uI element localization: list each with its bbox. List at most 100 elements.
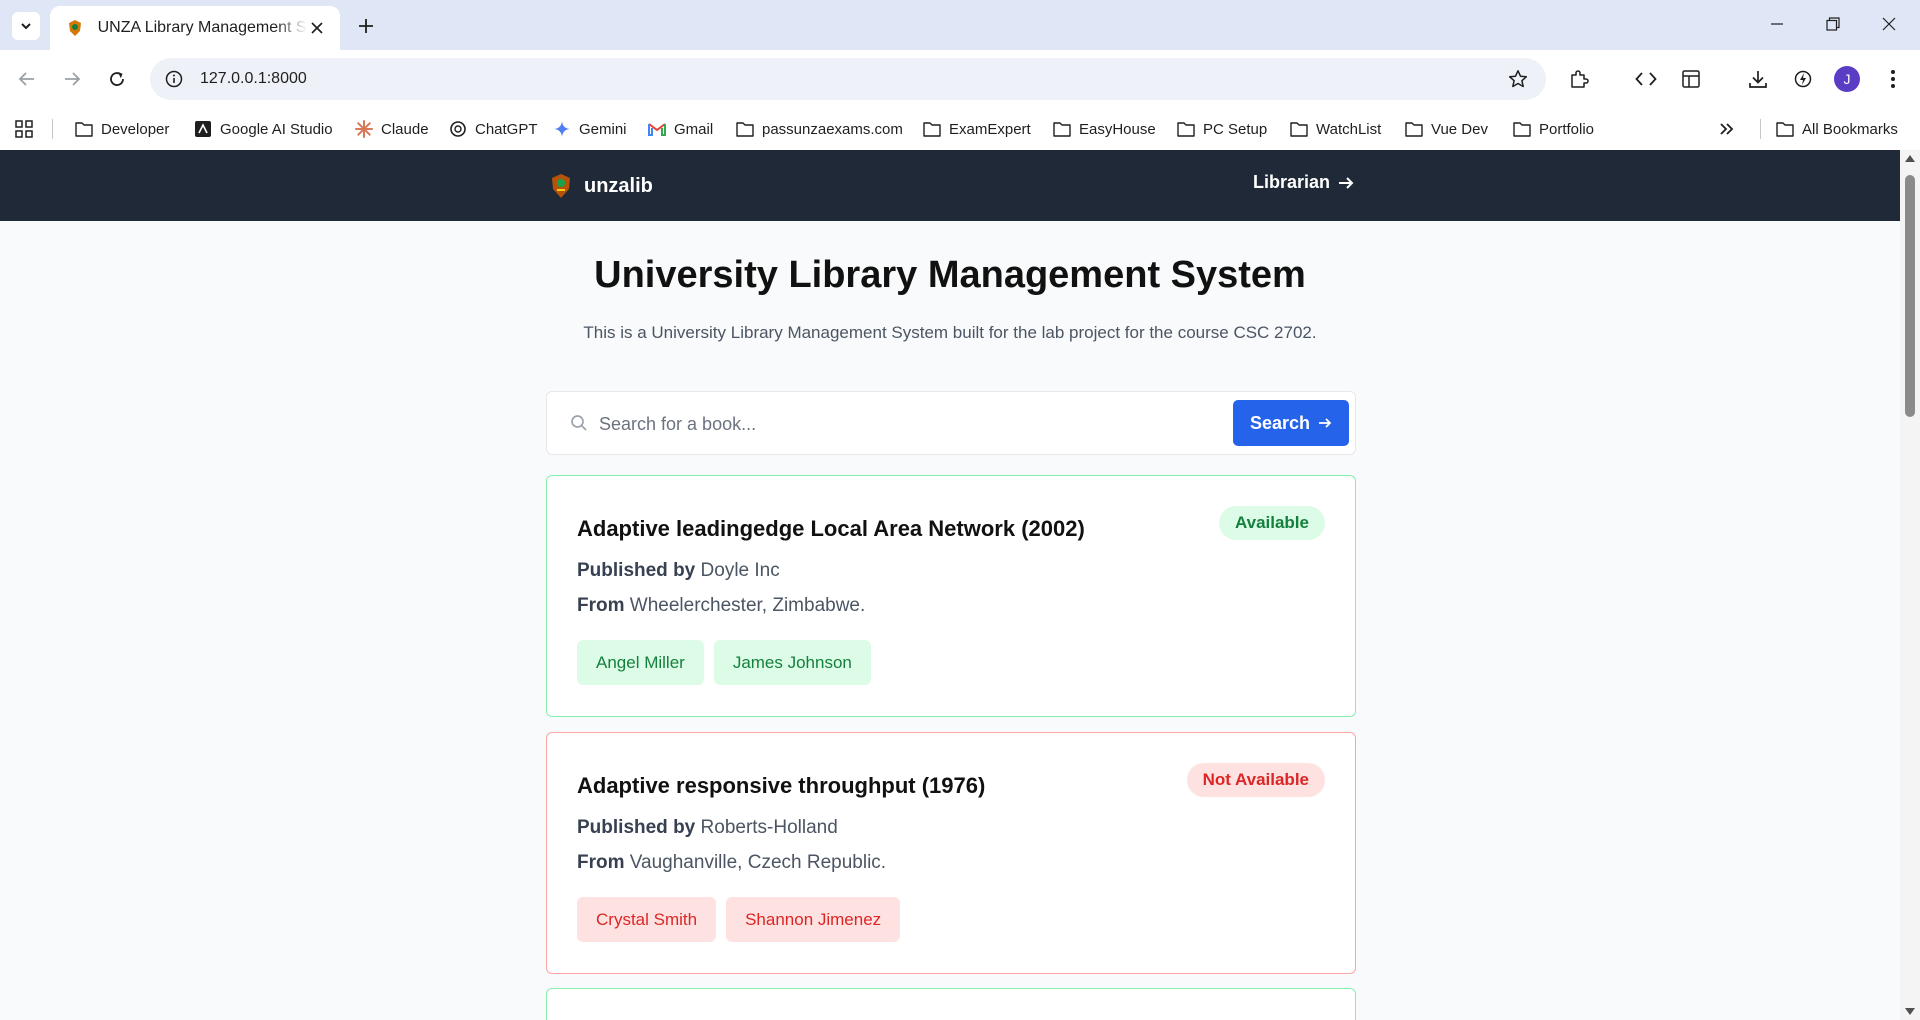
chevron-down-icon [21,23,31,30]
bookmark-developer[interactable]: Developer [75,116,169,142]
reload-button[interactable] [102,64,132,94]
app-navbar: unzalib Librarian [0,150,1900,221]
browser-tab-active[interactable]: UNZA Library Management System [50,6,340,50]
minimize-button[interactable] [1754,6,1800,42]
browser-menu-button[interactable] [1878,64,1908,94]
book-publisher: Published by Doyle Inc [577,560,780,582]
folder-icon [1177,120,1195,138]
book-card[interactable]: Adaptive responsive throughput (1976) No… [546,732,1356,974]
bookmark-gemini[interactable]: Gemini [553,116,627,142]
bookmark-vue-dev[interactable]: Vue Dev [1405,116,1488,142]
code-icon [1635,72,1657,86]
tab-close-icon[interactable] [307,17,328,39]
downloads-button[interactable] [1743,64,1773,94]
bookmark-easyhouse[interactable]: EasyHouse [1053,116,1156,142]
bookmark-passunzaexams[interactable]: passunzaexams.com [736,116,903,142]
bookmark-pc-setup[interactable]: PC Setup [1177,116,1267,142]
author-list: Crystal Smith Shannon Jimenez [577,897,901,942]
book-title[interactable]: Adaptive responsive throughput (1976) [577,773,985,799]
browser-toolbar: 127.0.0.1:8000 J [0,50,1920,108]
book-location: From Vaughanville, Czech Republic. [577,852,886,874]
restore-button[interactable] [1810,6,1856,42]
location-label: From [577,595,625,616]
site-info-icon[interactable] [162,67,186,91]
unza-favicon-icon [66,19,84,37]
author-chip[interactable]: Angel Miller [577,640,704,685]
page-viewport: unzalib Librarian University Library Man… [0,150,1900,1020]
scroll-down-arrow-icon[interactable] [1905,1008,1915,1015]
bookmarks-bar: Developer Google AI Studio Claude ChatGP… [0,108,1920,150]
profile-avatar[interactable]: J [1834,66,1860,92]
arrow-right-icon [65,72,81,86]
author-list: Angel Miller James Johnson [577,640,871,685]
restore-icon [1826,17,1840,31]
tab-search-button[interactable] [12,12,40,40]
minimize-icon [1771,23,1783,25]
forward-button[interactable] [57,64,87,94]
gemini-icon [553,120,571,138]
browser-tab-strip: UNZA Library Management System [0,0,1920,50]
brand-name: unzalib [584,174,653,197]
librarian-link[interactable]: Librarian [1253,172,1354,193]
bookmark-claude[interactable]: Claude [355,116,429,142]
search-icon [569,413,589,433]
bookmark-examexpert[interactable]: ExamExpert [923,116,1031,142]
bookmark-gmail[interactable]: Gmail [648,116,713,142]
book-publisher: Published by Roberts-Holland [577,817,838,839]
brand-link[interactable]: unzalib [549,172,653,200]
new-tab-button[interactable] [352,12,380,40]
status-badge: Not Available [1186,763,1325,797]
publisher-value: Doyle Inc [700,560,780,581]
extensions-button[interactable] [1564,64,1594,94]
performance-button[interactable] [1788,64,1818,94]
search-form: Search [546,391,1356,455]
bookmarks-divider [52,119,53,139]
address-bar[interactable]: 127.0.0.1:8000 [150,58,1546,100]
publisher-value: Roberts-Holland [700,817,838,838]
scroll-up-arrow-icon[interactable] [1905,155,1915,162]
more-vertical-icon [1891,70,1895,88]
search-button[interactable]: Search [1233,400,1349,446]
location-value: Vaughanville, Czech Republic. [629,852,887,873]
bookmark-star-icon[interactable] [1506,67,1530,91]
page-title: University Library Management System [594,254,1306,296]
devtools-button[interactable] [1631,64,1661,94]
side-panel-button[interactable] [1676,64,1706,94]
page-subtitle: This is a University Library Management … [583,323,1317,342]
bookmark-chatgpt[interactable]: ChatGPT [449,116,538,142]
folder-icon [1405,120,1423,138]
folder-icon [1290,120,1308,138]
url-text[interactable]: 127.0.0.1:8000 [200,70,307,88]
chatgpt-icon [449,120,467,138]
all-bookmarks[interactable]: All Bookmarks [1776,116,1898,142]
bookmark-watchlist[interactable]: WatchList [1290,116,1381,142]
download-icon [1749,71,1767,88]
book-card[interactable]: Adaptive leadingedge Local Area Network … [546,475,1356,717]
bookmark-portfolio[interactable]: Portfolio [1513,116,1594,142]
folder-icon [75,120,93,138]
arrow-right-icon [1338,175,1354,191]
status-badge: Available [1218,506,1325,540]
page-scrollbar[interactable] [1900,150,1920,1020]
scrollbar-thumb[interactable] [1905,175,1915,417]
folder-icon [1776,120,1794,138]
plus-icon [359,19,373,33]
publisher-label: Published by [577,560,696,581]
bookmark-google-ai-studio[interactable]: Google AI Studio [194,116,333,142]
author-chip[interactable]: Crystal Smith [577,897,717,942]
puzzle-icon [1571,70,1589,88]
author-chip[interactable]: Shannon Jimenez [726,897,901,942]
apps-grid-icon[interactable] [12,117,36,141]
search-input[interactable] [599,404,1239,444]
author-chip[interactable]: James Johnson [713,640,871,685]
book-title[interactable]: Adaptive leadingedge Local Area Network … [577,516,1085,542]
more-bookmarks-button[interactable] [1718,116,1744,142]
book-card-partial[interactable] [546,988,1356,1020]
reload-icon [110,72,124,86]
arrow-left-icon [18,72,34,86]
back-button[interactable] [12,64,42,94]
librarian-label: Librarian [1252,172,1330,192]
folder-icon [1513,120,1531,138]
tab-title: UNZA Library Management System [97,19,307,36]
close-window-button[interactable] [1866,6,1912,42]
